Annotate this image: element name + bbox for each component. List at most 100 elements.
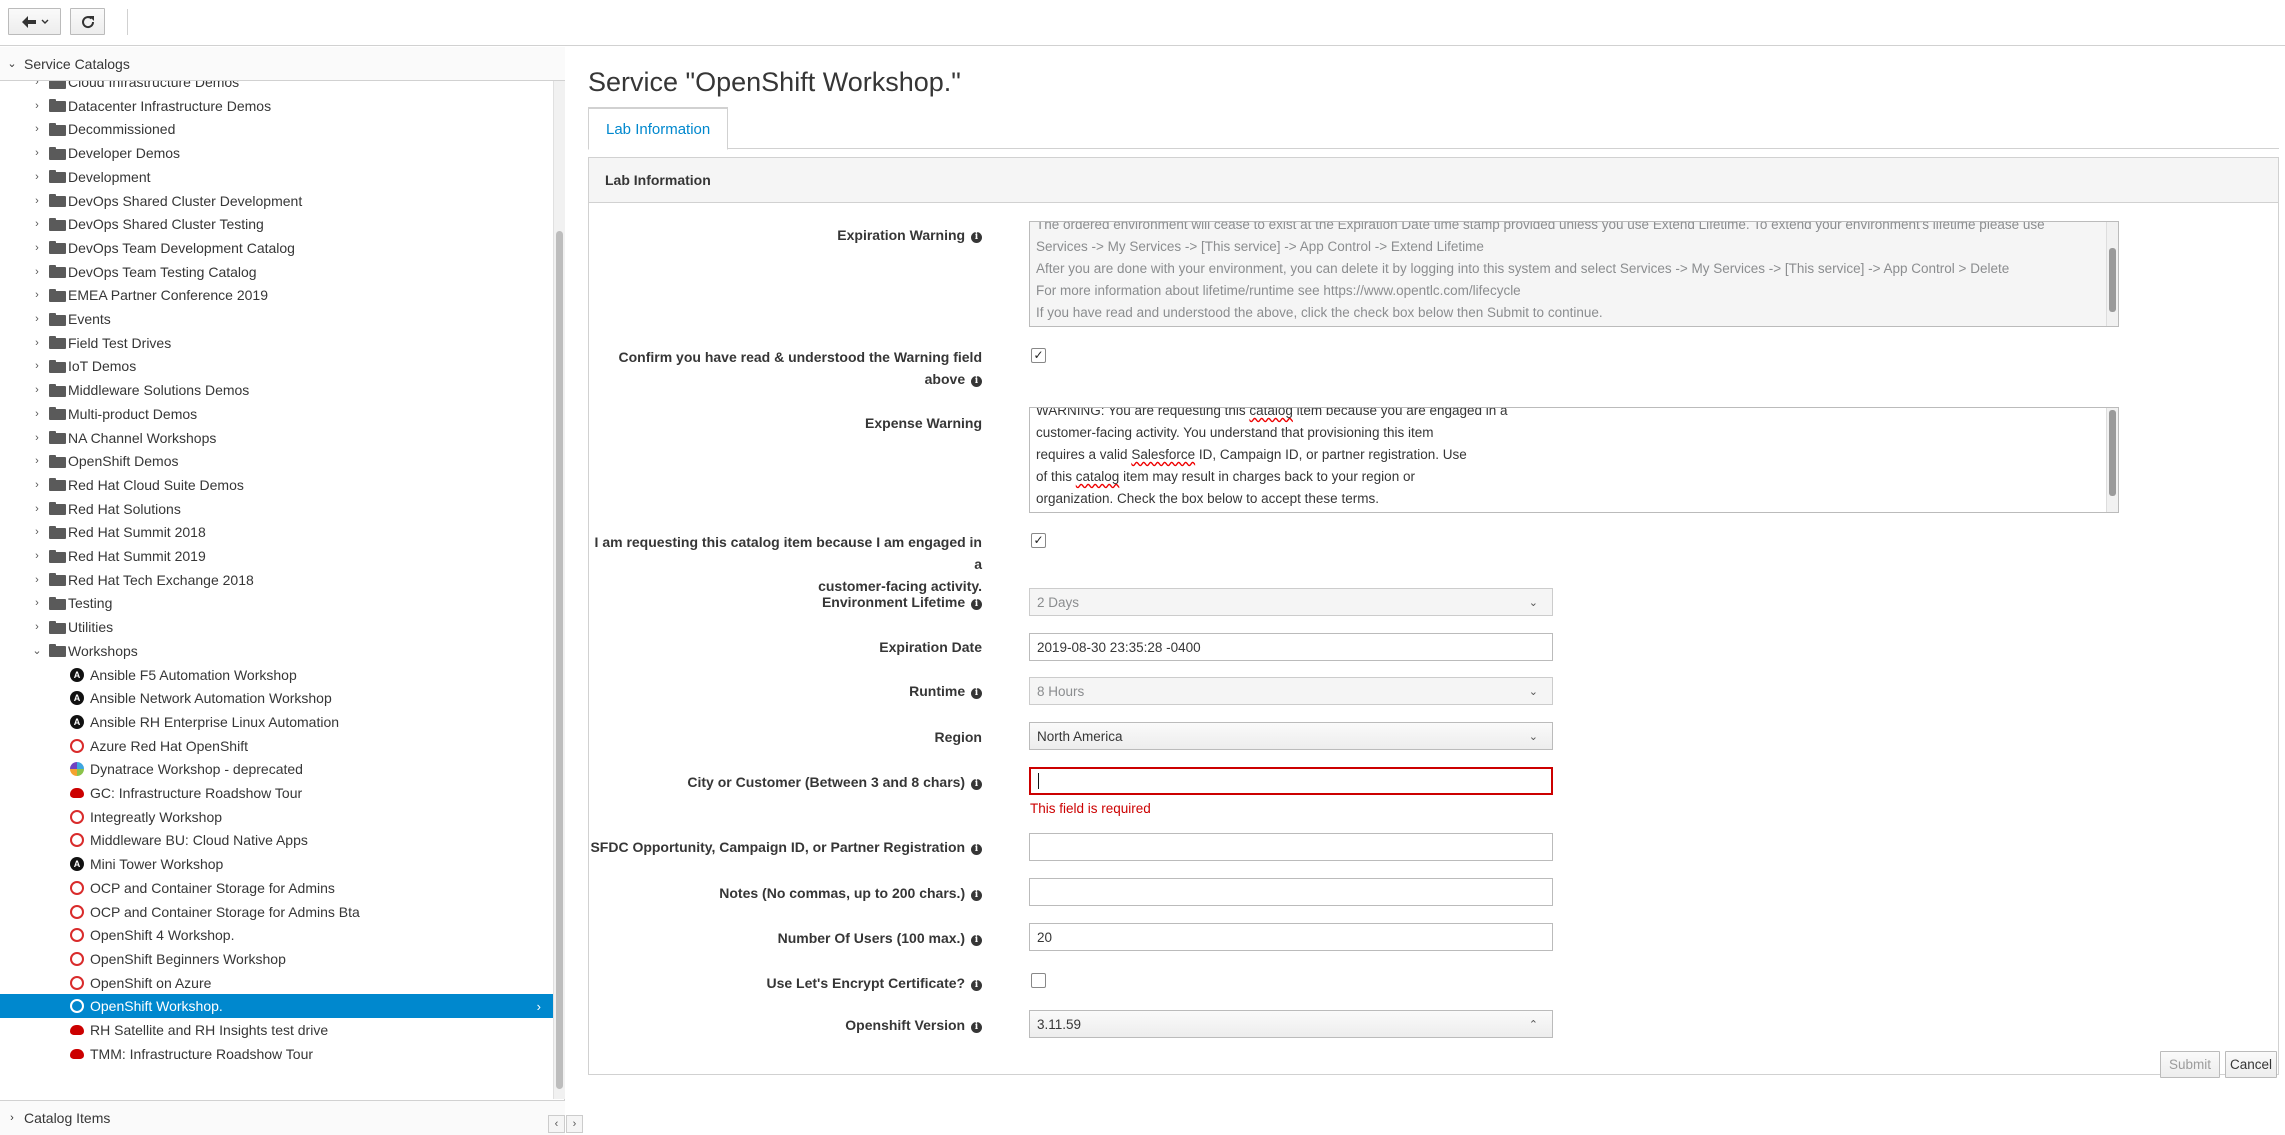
tree-folder[interactable]: › EMEA Partner Conference 2019 bbox=[0, 283, 553, 307]
tree-folder[interactable]: › Red Hat Cloud Suite Demos bbox=[0, 473, 553, 497]
openshift-icon bbox=[70, 975, 84, 990]
tree-item[interactable]: Mini Tower Workshop bbox=[0, 852, 553, 876]
collapse-left-button[interactable]: ‹ bbox=[548, 1115, 565, 1133]
tree-folder[interactable]: › Events bbox=[0, 307, 553, 331]
chevron-right-icon[interactable]: › bbox=[31, 526, 43, 538]
chevron-right-icon[interactable]: › bbox=[31, 123, 43, 135]
scrollbar-thumb[interactable] bbox=[556, 231, 563, 1089]
chevron-right-icon[interactable]: › bbox=[31, 408, 43, 420]
notes-input[interactable] bbox=[1029, 878, 1553, 906]
chevron-right-icon[interactable]: › bbox=[31, 384, 43, 396]
chevron-right-icon[interactable]: › bbox=[31, 266, 43, 278]
tree-item-label: Integreatly Workshop bbox=[90, 808, 223, 825]
chevron-right-icon[interactable]: › bbox=[31, 171, 43, 183]
chevron-down-icon[interactable]: ⌄ bbox=[31, 644, 43, 657]
chevron-right-icon[interactable]: › bbox=[31, 81, 43, 88]
textarea-scrollbar[interactable] bbox=[2106, 408, 2118, 512]
chevron-right-icon[interactable]: › bbox=[31, 360, 43, 372]
runtime-select[interactable]: 8 Hours ⌄ bbox=[1029, 677, 1553, 705]
tree-folder[interactable]: › Datacenter Infrastructure Demos bbox=[0, 94, 553, 118]
tree-item[interactable]: Dynatrace Workshop - deprecated bbox=[0, 757, 553, 781]
tree-folder[interactable]: › DevOps Team Development Catalog bbox=[0, 236, 553, 260]
tree-folder[interactable]: › Field Test Drives bbox=[0, 331, 553, 355]
number-of-users-input[interactable]: 20 bbox=[1029, 923, 1553, 951]
tree-folder[interactable]: › Middleware Solutions Demos bbox=[0, 378, 553, 402]
chevron-right-icon[interactable]: › bbox=[31, 432, 43, 444]
chevron-right-icon[interactable]: › bbox=[31, 503, 43, 515]
tree-folder[interactable]: › Red Hat Tech Exchange 2018 bbox=[0, 568, 553, 592]
tree-folder-label: Red Hat Summit 2018 bbox=[68, 524, 206, 541]
chevron-right-icon[interactable]: › bbox=[31, 100, 43, 112]
chevron-right-icon[interactable]: › bbox=[31, 195, 43, 207]
tree-item[interactable]: OpenShift Beginners Workshop bbox=[0, 947, 553, 971]
expiration-warning-textarea[interactable]: The ordered environment will cease to ex… bbox=[1029, 221, 2119, 327]
tree-item[interactable]: OCP and Container Storage for Admins bbox=[0, 876, 553, 900]
tree-item[interactable]: OpenShift 4 Workshop. bbox=[0, 923, 553, 947]
tree-item[interactable]: OCP and Container Storage for Admins Bta bbox=[0, 900, 553, 924]
tree-folder[interactable]: › DevOps Shared Cluster Testing bbox=[0, 212, 553, 236]
environment-lifetime-select[interactable]: 2 Days ⌄ bbox=[1029, 588, 1553, 616]
tree-item[interactable]: TMM: Infrastructure Roadshow Tour bbox=[0, 1042, 553, 1066]
scrollbar-thumb[interactable] bbox=[2109, 248, 2116, 312]
refresh-button[interactable] bbox=[70, 8, 105, 35]
chevron-right-icon[interactable]: › bbox=[31, 455, 43, 467]
chevron-right-icon[interactable]: › bbox=[31, 597, 43, 609]
scrollbar-thumb[interactable] bbox=[2109, 410, 2116, 496]
submit-button[interactable]: Submit bbox=[2160, 1051, 2220, 1078]
letsencrypt-checkbox[interactable] bbox=[1031, 973, 1046, 988]
chevron-right-icon[interactable]: › bbox=[31, 289, 43, 301]
tree-folder[interactable]: › Development bbox=[0, 165, 553, 189]
tree-folder[interactable]: › Testing bbox=[0, 591, 553, 615]
confirm-warning-checkbox[interactable]: ✓ bbox=[1031, 348, 1046, 363]
tree-item[interactable]: OpenShift Workshop. › bbox=[0, 994, 553, 1019]
chevron-right-icon[interactable]: › bbox=[31, 218, 43, 230]
tree-item[interactable]: RH Satellite and RH Insights test drive bbox=[0, 1018, 553, 1042]
engaged-checkbox[interactable]: ✓ bbox=[1031, 533, 1046, 548]
tree-folder[interactable]: › Developer Demos bbox=[0, 141, 553, 165]
tree-item[interactable]: OpenShift on Azure bbox=[0, 971, 553, 995]
expiration-date-label: Expiration Date bbox=[879, 639, 982, 655]
tree-folder[interactable]: › DevOps Team Testing Catalog bbox=[0, 260, 553, 284]
tab-lab-information[interactable]: Lab Information bbox=[588, 107, 729, 150]
expiration-date-field[interactable]: 2019-08-30 23:35:28 -0400 bbox=[1029, 633, 1553, 661]
chevron-right-icon[interactable]: › bbox=[31, 147, 43, 159]
accordion-service-catalogs[interactable]: ⌄ Service Catalogs bbox=[0, 47, 565, 81]
tree-folder[interactable]: › OpenShift Demos bbox=[0, 449, 553, 473]
tree-item[interactable]: Ansible Network Automation Workshop bbox=[0, 686, 553, 710]
tree-item[interactable]: Ansible F5 Automation Workshop bbox=[0, 663, 553, 687]
expense-warning-textarea[interactable]: WARNING: You are requesting this catalog… bbox=[1029, 407, 2119, 513]
textarea-scrollbar[interactable] bbox=[2106, 222, 2118, 326]
chevron-right-icon[interactable]: › bbox=[31, 337, 43, 349]
tree-folder[interactable]: › Utilities bbox=[0, 615, 553, 639]
back-button[interactable] bbox=[8, 8, 61, 35]
accordion-catalog-items[interactable]: › Catalog Items bbox=[0, 1100, 565, 1135]
tree-folder[interactable]: › IoT Demos bbox=[0, 354, 553, 378]
tree-folder[interactable]: › Multi-product Demos bbox=[0, 402, 553, 426]
chevron-right-icon[interactable]: › bbox=[31, 479, 43, 491]
openshift-icon bbox=[70, 809, 84, 824]
tree-item[interactable]: Middleware BU: Cloud Native Apps bbox=[0, 828, 553, 852]
chevron-right-icon[interactable]: › bbox=[31, 242, 43, 254]
cancel-button[interactable]: Cancel bbox=[2225, 1051, 2277, 1078]
tree-item[interactable]: Integreatly Workshop bbox=[0, 805, 553, 829]
chevron-right-icon[interactable]: › bbox=[31, 313, 43, 325]
tree-scrollbar[interactable] bbox=[553, 81, 565, 1099]
tree-folder[interactable]: › Red Hat Summit 2018 bbox=[0, 520, 553, 544]
tree-item[interactable]: Ansible RH Enterprise Linux Automation bbox=[0, 710, 553, 734]
tree-item[interactable]: GC: Infrastructure Roadshow Tour bbox=[0, 781, 553, 805]
tree-folder[interactable]: ⌄ Workshops bbox=[0, 639, 553, 663]
chevron-right-icon[interactable]: › bbox=[31, 550, 43, 562]
tree-folder[interactable]: › Cloud Infrastructure Demos bbox=[0, 81, 553, 94]
chevron-right-icon[interactable]: › bbox=[31, 621, 43, 633]
tree-item[interactable]: Azure Red Hat OpenShift bbox=[0, 734, 553, 758]
sfdc-input[interactable] bbox=[1029, 833, 1553, 861]
openshift-version-select[interactable]: 3.11.59 ⌃ bbox=[1029, 1010, 1553, 1038]
tree-folder[interactable]: › Decommissioned bbox=[0, 117, 553, 141]
chevron-right-icon[interactable]: › bbox=[31, 574, 43, 586]
tree-folder[interactable]: › Red Hat Summit 2019 bbox=[0, 544, 553, 568]
region-select[interactable]: North America ⌄ bbox=[1029, 722, 1553, 750]
tree-folder[interactable]: › NA Channel Workshops bbox=[0, 426, 553, 450]
tree-folder[interactable]: › Red Hat Solutions bbox=[0, 497, 553, 521]
tree-folder[interactable]: › DevOps Shared Cluster Development bbox=[0, 189, 553, 213]
city-customer-input[interactable] bbox=[1029, 767, 1553, 795]
